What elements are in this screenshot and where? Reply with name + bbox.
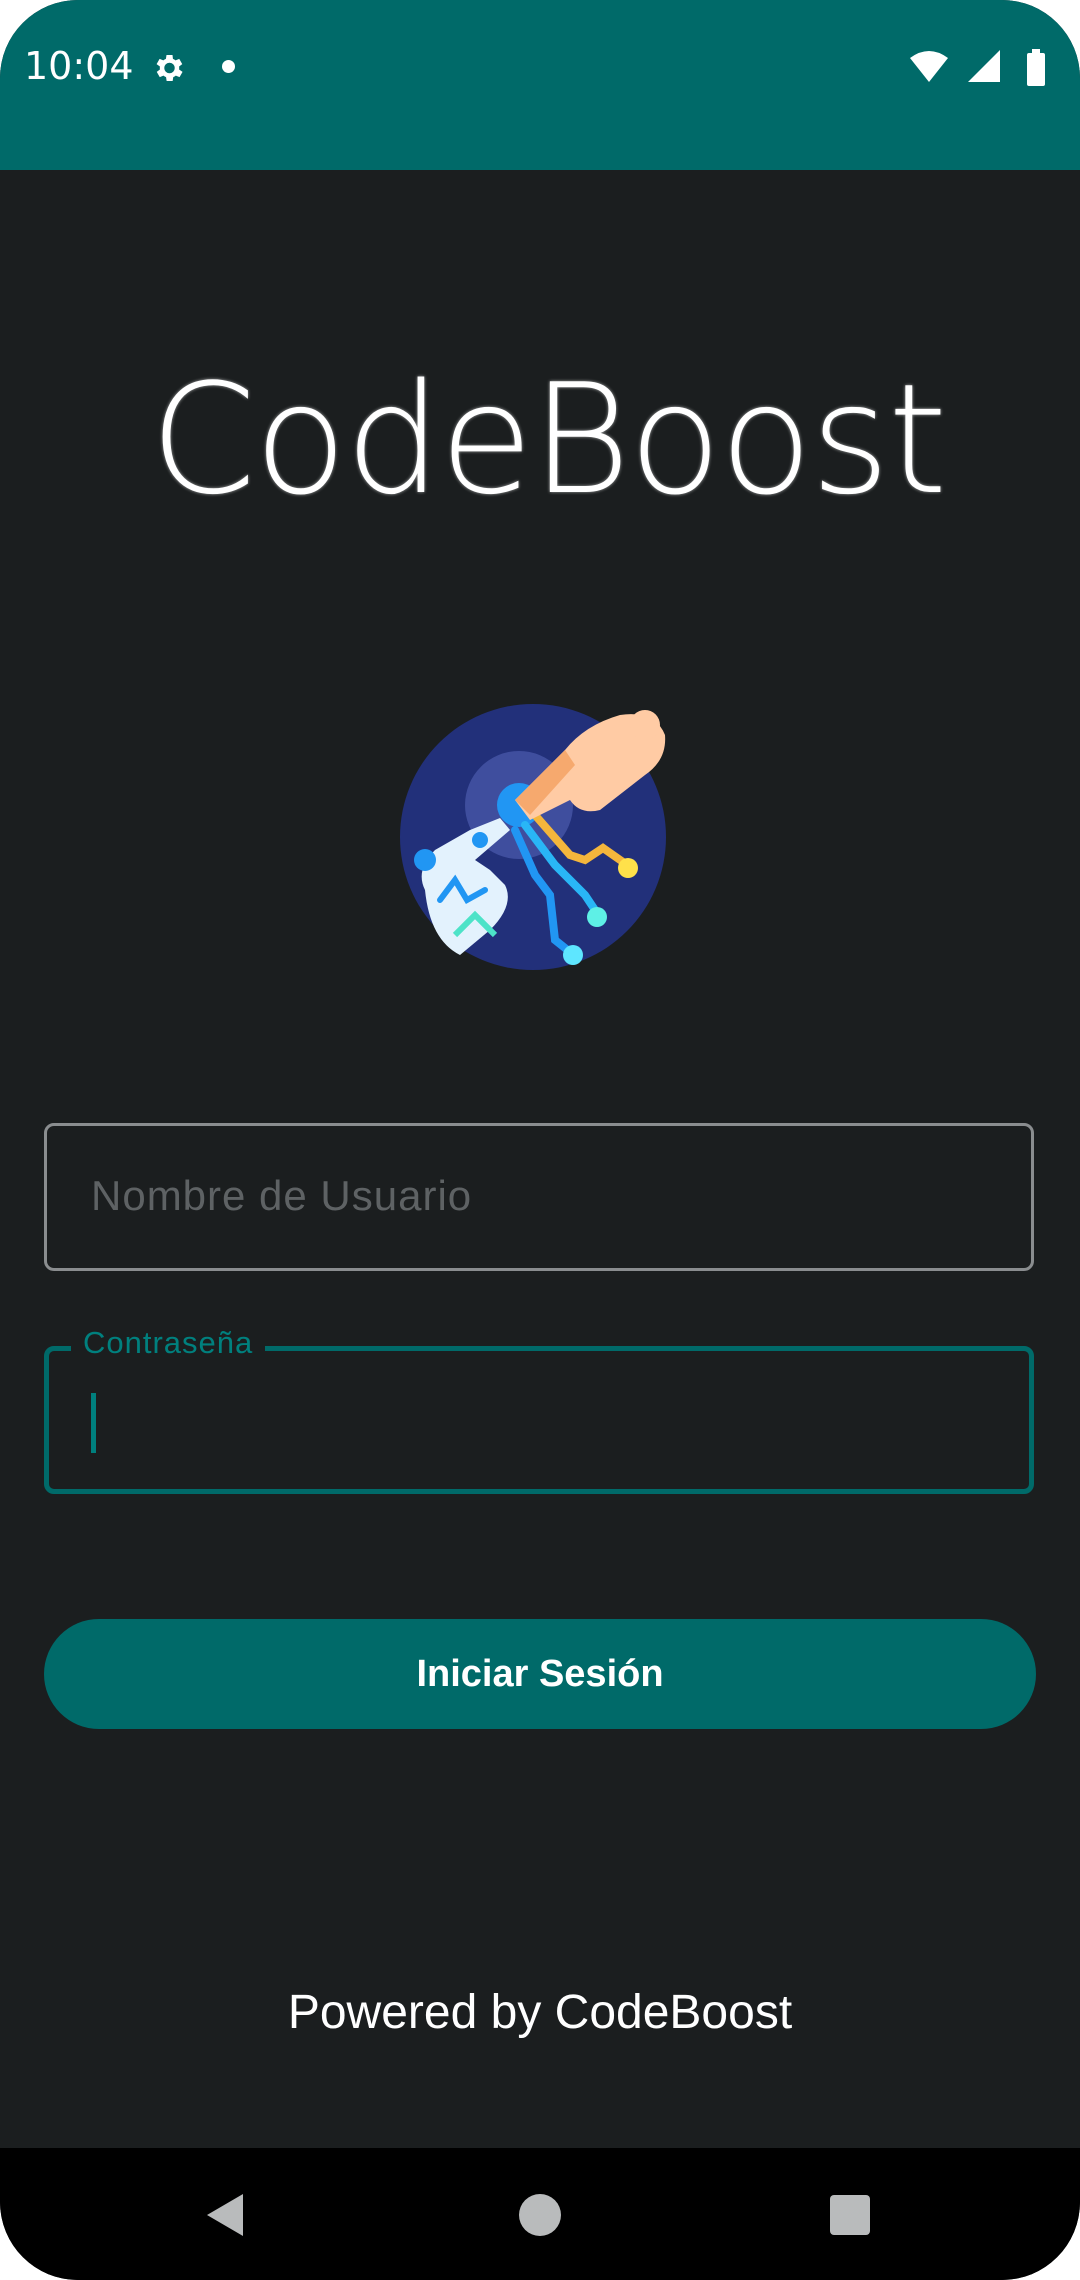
gear-icon [156, 54, 183, 82]
back-icon[interactable] [205, 2192, 245, 2238]
hand-touch-circuit-icon [400, 704, 666, 970]
text-cursor [91, 1393, 96, 1453]
password-field[interactable]: Contraseña [44, 1325, 1034, 1494]
recents-icon[interactable] [830, 2195, 870, 2235]
wifi-icon [910, 51, 948, 82]
battery-icon [1027, 49, 1045, 86]
notification-dot-icon [222, 60, 235, 73]
system-status-icons [910, 49, 1045, 86]
home-icon[interactable] [519, 2194, 561, 2236]
username-field[interactable]: Nombre de Usuario [44, 1123, 1034, 1271]
app-logo: CodeBoost [150, 351, 947, 528]
password-label: Contraseña [71, 1325, 266, 1361]
navigation-bar [0, 2148, 1080, 2280]
status-time: 10:04 [24, 44, 134, 88]
signal-icon [968, 50, 1000, 82]
phone-screen: 10:04 CodeBoost Nombre de Usuario Contra… [0, 0, 1080, 2280]
username-placeholder: Nombre de Usuario [91, 1172, 473, 1219]
login-button[interactable]: Iniciar Sesión [44, 1619, 1036, 1729]
status-bar: 10:04 [0, 0, 1080, 170]
footer-text: Powered by CodeBoost [287, 1986, 793, 2039]
